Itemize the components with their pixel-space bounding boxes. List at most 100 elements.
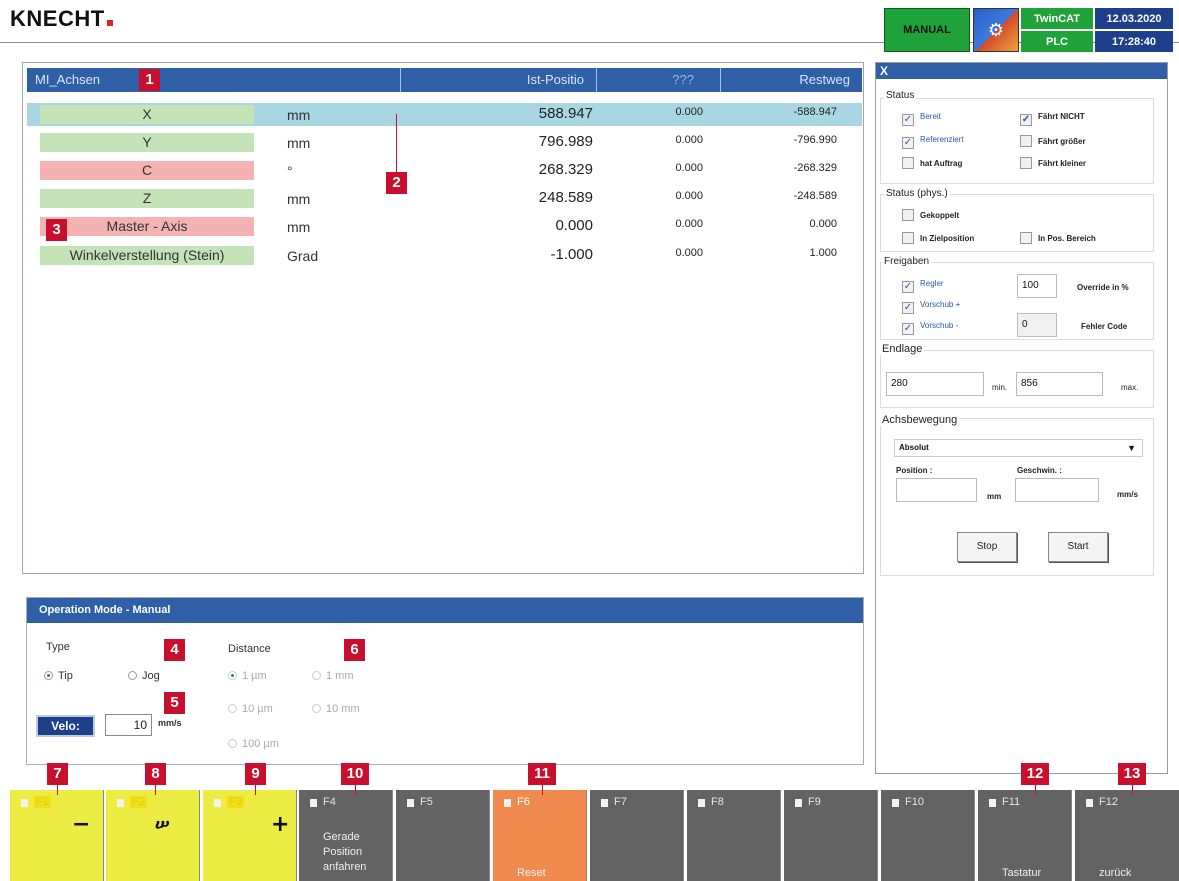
axis-unit: Grad [287, 248, 319, 264]
fkey-label: F5 [420, 796, 433, 808]
radio-icon [228, 739, 237, 748]
logo-dot [106, 20, 113, 26]
callout-12-line [1035, 785, 1036, 795]
operation-mode-title: Operation Mode - Manual [27, 598, 863, 623]
fkey-f3-plus[interactable]: F3 + [203, 790, 297, 881]
radio-icon [312, 671, 321, 680]
axis-row-z[interactable]: Z mm 248.589 0.000 -248.589 [27, 187, 862, 210]
time-display: 17:28:40 [1095, 31, 1173, 52]
gekoppelt-checkbox[interactable]: Gekoppelt [902, 209, 959, 221]
fkey-f7[interactable]: F7 [590, 790, 684, 881]
axis-unknown-value: 0.000 [675, 218, 703, 230]
stop-button[interactable]: Stop [957, 532, 1017, 562]
fkey-label: F1 [34, 796, 51, 808]
axis-position: -1.000 [550, 246, 593, 263]
type-tip-radio[interactable]: Tip [44, 670, 73, 682]
distance-1um-radio[interactable]: 1 µm [228, 670, 267, 682]
distance-10mm-radio[interactable]: 10 mm [312, 703, 360, 715]
fkey-f1-minus[interactable]: F1 − [10, 790, 104, 881]
axis-name: X [40, 105, 254, 124]
plc-label: PLC [1021, 31, 1093, 52]
geschwin-input[interactable] [1015, 478, 1099, 502]
callout-13: 13 [1118, 763, 1146, 785]
distance-10um-radio[interactable]: 10 µm [228, 703, 273, 715]
fehler-code-label: Fehler Code [1081, 322, 1128, 331]
in-zielposition-checkbox[interactable]: In Zielposition [902, 232, 974, 244]
fkey-caption: Reset [517, 867, 546, 879]
vorschub-minus-checkbox[interactable]: ✓ Vorschub - [902, 321, 958, 335]
fkey-f8[interactable]: F8 [687, 790, 781, 881]
axis-unknown-value: 0.000 [675, 247, 703, 259]
fkey-indicator [601, 799, 608, 807]
fkey-label: F10 [905, 796, 924, 808]
callout-8-line [155, 785, 156, 795]
fkey-caption: Gerade Position anfahren [323, 831, 367, 873]
fkey-caption: Tastatur [1002, 867, 1042, 879]
movement-mode-select[interactable]: Absolut ▼ [894, 439, 1143, 457]
col-header-unknown[interactable]: ??? [597, 68, 721, 92]
axis-unknown-value: 0.000 [675, 134, 703, 146]
velo-input[interactable]: 10 [105, 714, 152, 736]
axis-row-y[interactable]: Y mm 796.989 0.000 -796.990 [27, 131, 862, 154]
override-input[interactable]: 100 [1017, 274, 1057, 298]
callout-7-line [57, 785, 58, 795]
endlage-title: Endlage [880, 343, 925, 355]
distance-label: Distance [228, 643, 271, 655]
endlage-min-input[interactable]: 280 [886, 372, 984, 396]
axis-unit: mm [287, 191, 311, 207]
fkey-label: F3 [227, 796, 244, 808]
position-label: Position : [896, 466, 933, 475]
bereit-checkbox[interactable]: ✓ Bereit [902, 112, 941, 126]
hat-auftrag-checkbox[interactable]: hat Auftrag [902, 157, 962, 169]
geschwin-label: Geschwin. : [1017, 466, 1062, 475]
radio-icon [312, 704, 321, 713]
axis-row-master[interactable]: Master - Axis mm 0.000 0.000 0.000 [27, 215, 862, 238]
radio-icon [228, 704, 237, 713]
fkey-f11-tastatur[interactable]: F11 Tastatur [978, 790, 1072, 881]
col-header-ist-position[interactable]: Ist-Positio [401, 68, 597, 92]
fkey-indicator [407, 799, 414, 807]
col-header-restweg[interactable]: Restweg [721, 68, 862, 92]
axis-restweg: -588.947 [793, 106, 837, 118]
fkey-f9[interactable]: F9 [784, 790, 878, 881]
plc-status-icon[interactable]: ⚙ [973, 8, 1019, 52]
distance-1mm-radio[interactable]: 1 mm [312, 670, 354, 682]
callout-11: 11 [528, 763, 556, 785]
regler-checkbox[interactable]: ✓ Regler [902, 279, 944, 293]
fkey-f12-zurueck[interactable]: F12 zurück [1075, 790, 1179, 881]
endlage-max-input[interactable]: 856 [1016, 372, 1103, 396]
fkey-f4[interactable]: F4 Gerade Position anfahren [299, 790, 393, 881]
fkey-f10[interactable]: F10 [881, 790, 975, 881]
fkey-f2-jog[interactable]: F2 ሠ [106, 790, 200, 881]
axis-restweg: -248.589 [793, 190, 837, 202]
type-jog-radio[interactable]: Jog [128, 670, 160, 682]
fkey-label: F12 [1099, 796, 1118, 808]
axis-position: 248.589 [538, 189, 593, 206]
endlage-max-label: max. [1121, 383, 1139, 392]
faehrt-groesser-checkbox[interactable]: Fährt größer [1020, 135, 1086, 147]
axis-row-x[interactable]: X mm 588.947 0.000 -588.947 [27, 103, 862, 126]
fkey-f6-reset[interactable]: F6 Reset [493, 790, 587, 881]
distance-100um-radio[interactable]: 100 µm [228, 738, 279, 750]
start-button[interactable]: Start [1048, 532, 1108, 562]
fehler-code-input[interactable]: 0 [1017, 313, 1057, 337]
fkey-indicator [795, 799, 802, 807]
position-input[interactable] [896, 478, 977, 502]
callout-10-line [355, 785, 356, 795]
in-pos-bereich-checkbox[interactable]: In Pos. Bereich [1020, 232, 1096, 244]
vorschub-plus-checkbox[interactable]: ✓ Vorschub + [902, 300, 960, 314]
referenziert-checkbox[interactable]: ✓ Referenziert [902, 135, 964, 149]
faehrt-nicht-checkbox[interactable]: ✓ Fährt NICHT [1020, 112, 1085, 126]
axis-row-winkel[interactable]: Winkelverstellung (Stein) Grad -1.000 0.… [27, 244, 862, 267]
type-label: Type [46, 641, 70, 653]
fkey-label: F7 [614, 796, 627, 808]
status-phys-title: Status (phys.) [884, 188, 950, 199]
axis-row-c[interactable]: C ° 268.329 0.000 -268.329 [27, 159, 862, 182]
fkey-indicator [310, 799, 317, 807]
col-header-axes[interactable]: MI_Achsen [27, 68, 401, 92]
fkey-label: F11 [1002, 796, 1021, 808]
status-title: Status [884, 90, 917, 101]
faehrt-kleiner-checkbox[interactable]: Fährt kleiner [1020, 157, 1086, 169]
minus-icon: − [72, 812, 91, 837]
fkey-f5[interactable]: F5 [396, 790, 490, 881]
